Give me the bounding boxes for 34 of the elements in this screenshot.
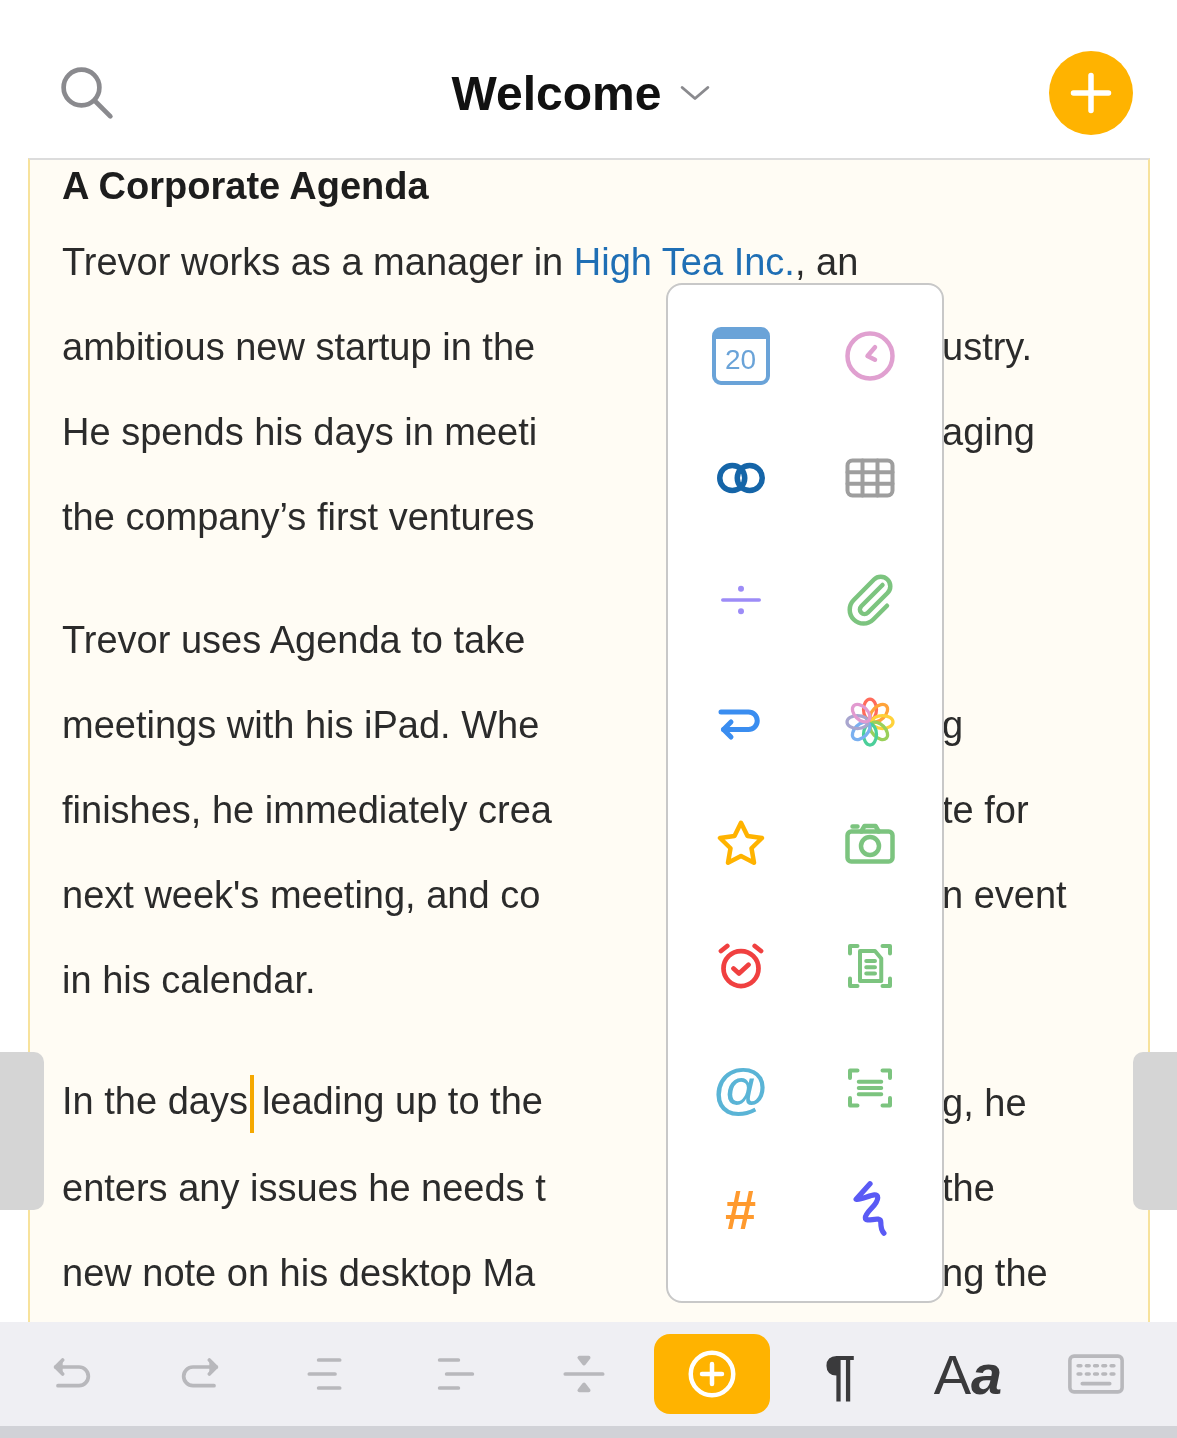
link[interactable]: High Tea Inc. [573,241,795,283]
hash-sign: # [724,1182,757,1238]
body-text: ustry. [942,326,1034,369]
text-button[interactable]: ¶ [824,1341,856,1407]
insert-button[interactable] [654,1334,770,1414]
body-text: next week's meeting, and co [62,874,541,917]
body-text: Trevor works as a manager in High Tea Inc., an [62,241,859,284]
text-cursor [249,1074,254,1133]
body-text: ambitious new startup in the [62,326,536,369]
body-text: g [942,704,965,747]
body-text: aging [942,411,1036,454]
body-text: finishes, he immediately crea [62,789,552,832]
body-text: Trevor uses Agenda to take [62,619,526,662]
body-text: ng the [942,1252,1049,1295]
title-dropdown[interactable]: Welcome [451,65,718,121]
insert-option[interactable]: 20 [676,295,805,417]
note-heading: A Corporate Agenda [62,164,429,209]
body-text: meetings with his iPad. Whe [62,704,540,747]
squiggle-icon [851,1181,888,1239]
body-text: te for [942,789,1030,832]
side-handle[interactable] [0,1052,44,1210]
body-text: the [942,1167,996,1210]
calendar-icon: 20 [711,327,770,385]
body-text: He spends his days in meeti [62,411,538,454]
body-text: new note on his desktop Ma [62,1252,536,1295]
at-sign: @ [713,1060,768,1116]
side-handle[interactable] [1133,1052,1177,1210]
body-text: n event [942,874,1068,917]
body-text: enters any issues he needs t [62,1167,546,1210]
font-button[interactable]: Aa [933,1341,1003,1407]
body-text: In the days leading up to the [62,1074,543,1133]
body-text: g, he [942,1082,1028,1125]
body-text: the company’s first ventures [62,496,535,539]
body-text: in his calendar. [62,959,316,1002]
